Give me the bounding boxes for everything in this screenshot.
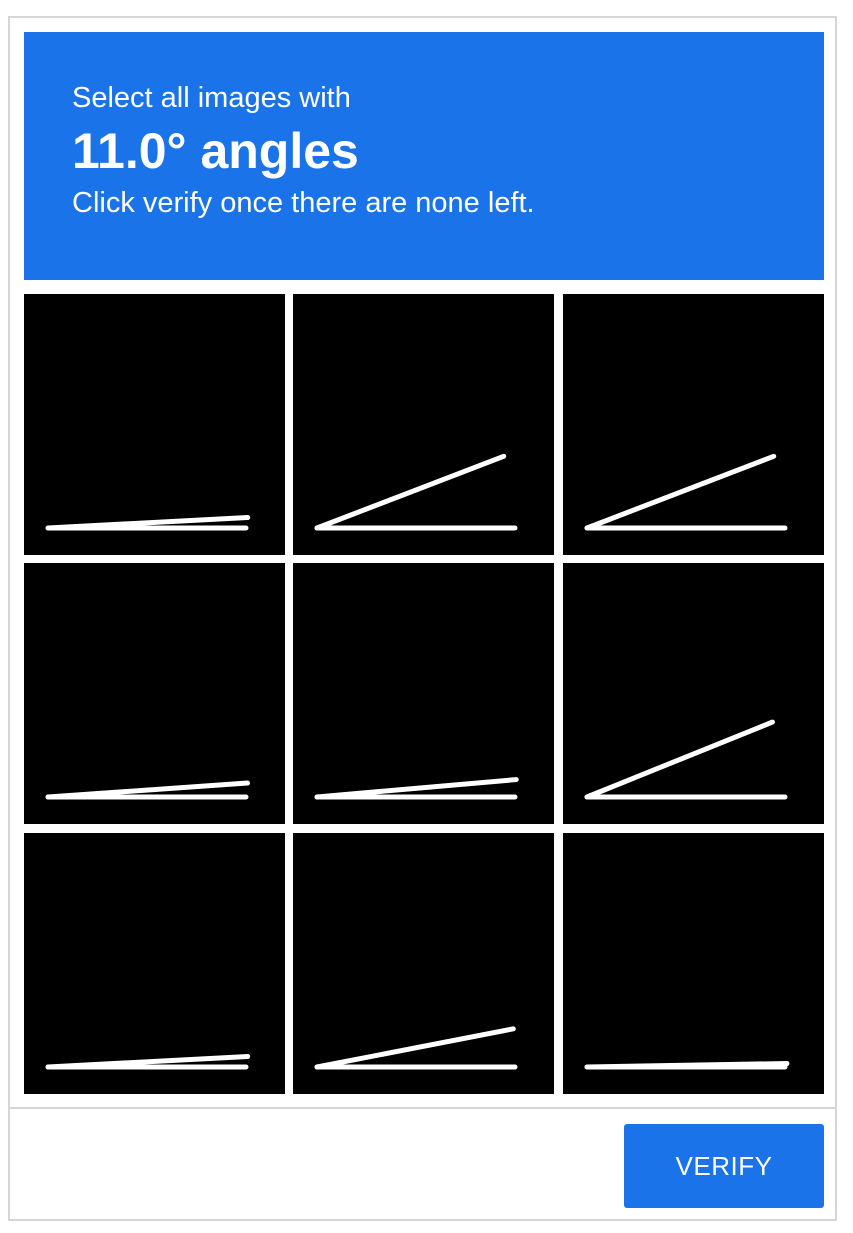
angle-arm-stroke [314,1026,516,1070]
verify-button[interactable]: VERIFY [624,1124,824,1208]
angle-figure [584,453,788,531]
instruction-header: Select all images with 11.0° angles Clic… [24,32,824,280]
captcha-tile-3[interactable] [563,294,824,555]
captcha-tile-1[interactable] [24,294,285,555]
angle-figure [314,1026,518,1070]
angle-arm-stroke [584,453,777,531]
captcha-tile-4[interactable] [24,563,285,824]
angle-figure [45,515,251,531]
angle-arm-stroke [314,453,507,531]
instruction-target: 11.0° angles [72,123,359,179]
captcha-tile-2[interactable] [293,294,554,555]
angle-figure [45,780,251,800]
angle-arm-stroke [584,719,775,800]
angle-figure [584,1061,790,1070]
captcha-tile-8[interactable] [293,833,554,1094]
angle-figure [314,453,518,531]
captcha-tile-6[interactable] [563,563,824,824]
angle-figure [314,777,519,800]
captcha-tile-9[interactable] [563,833,824,1094]
captcha-tile-5[interactable] [293,563,554,824]
footer-divider [10,1107,836,1109]
angle-arm-stroke [584,1061,790,1070]
angle-figure [584,719,788,800]
instruction-line-1: Select all images with [72,82,351,114]
angle-arm-stroke [314,777,519,800]
angle-figure [45,1054,251,1070]
captcha-tile-7[interactable] [24,833,285,1094]
instruction-line-3: Click verify once there are none left. [72,187,535,219]
